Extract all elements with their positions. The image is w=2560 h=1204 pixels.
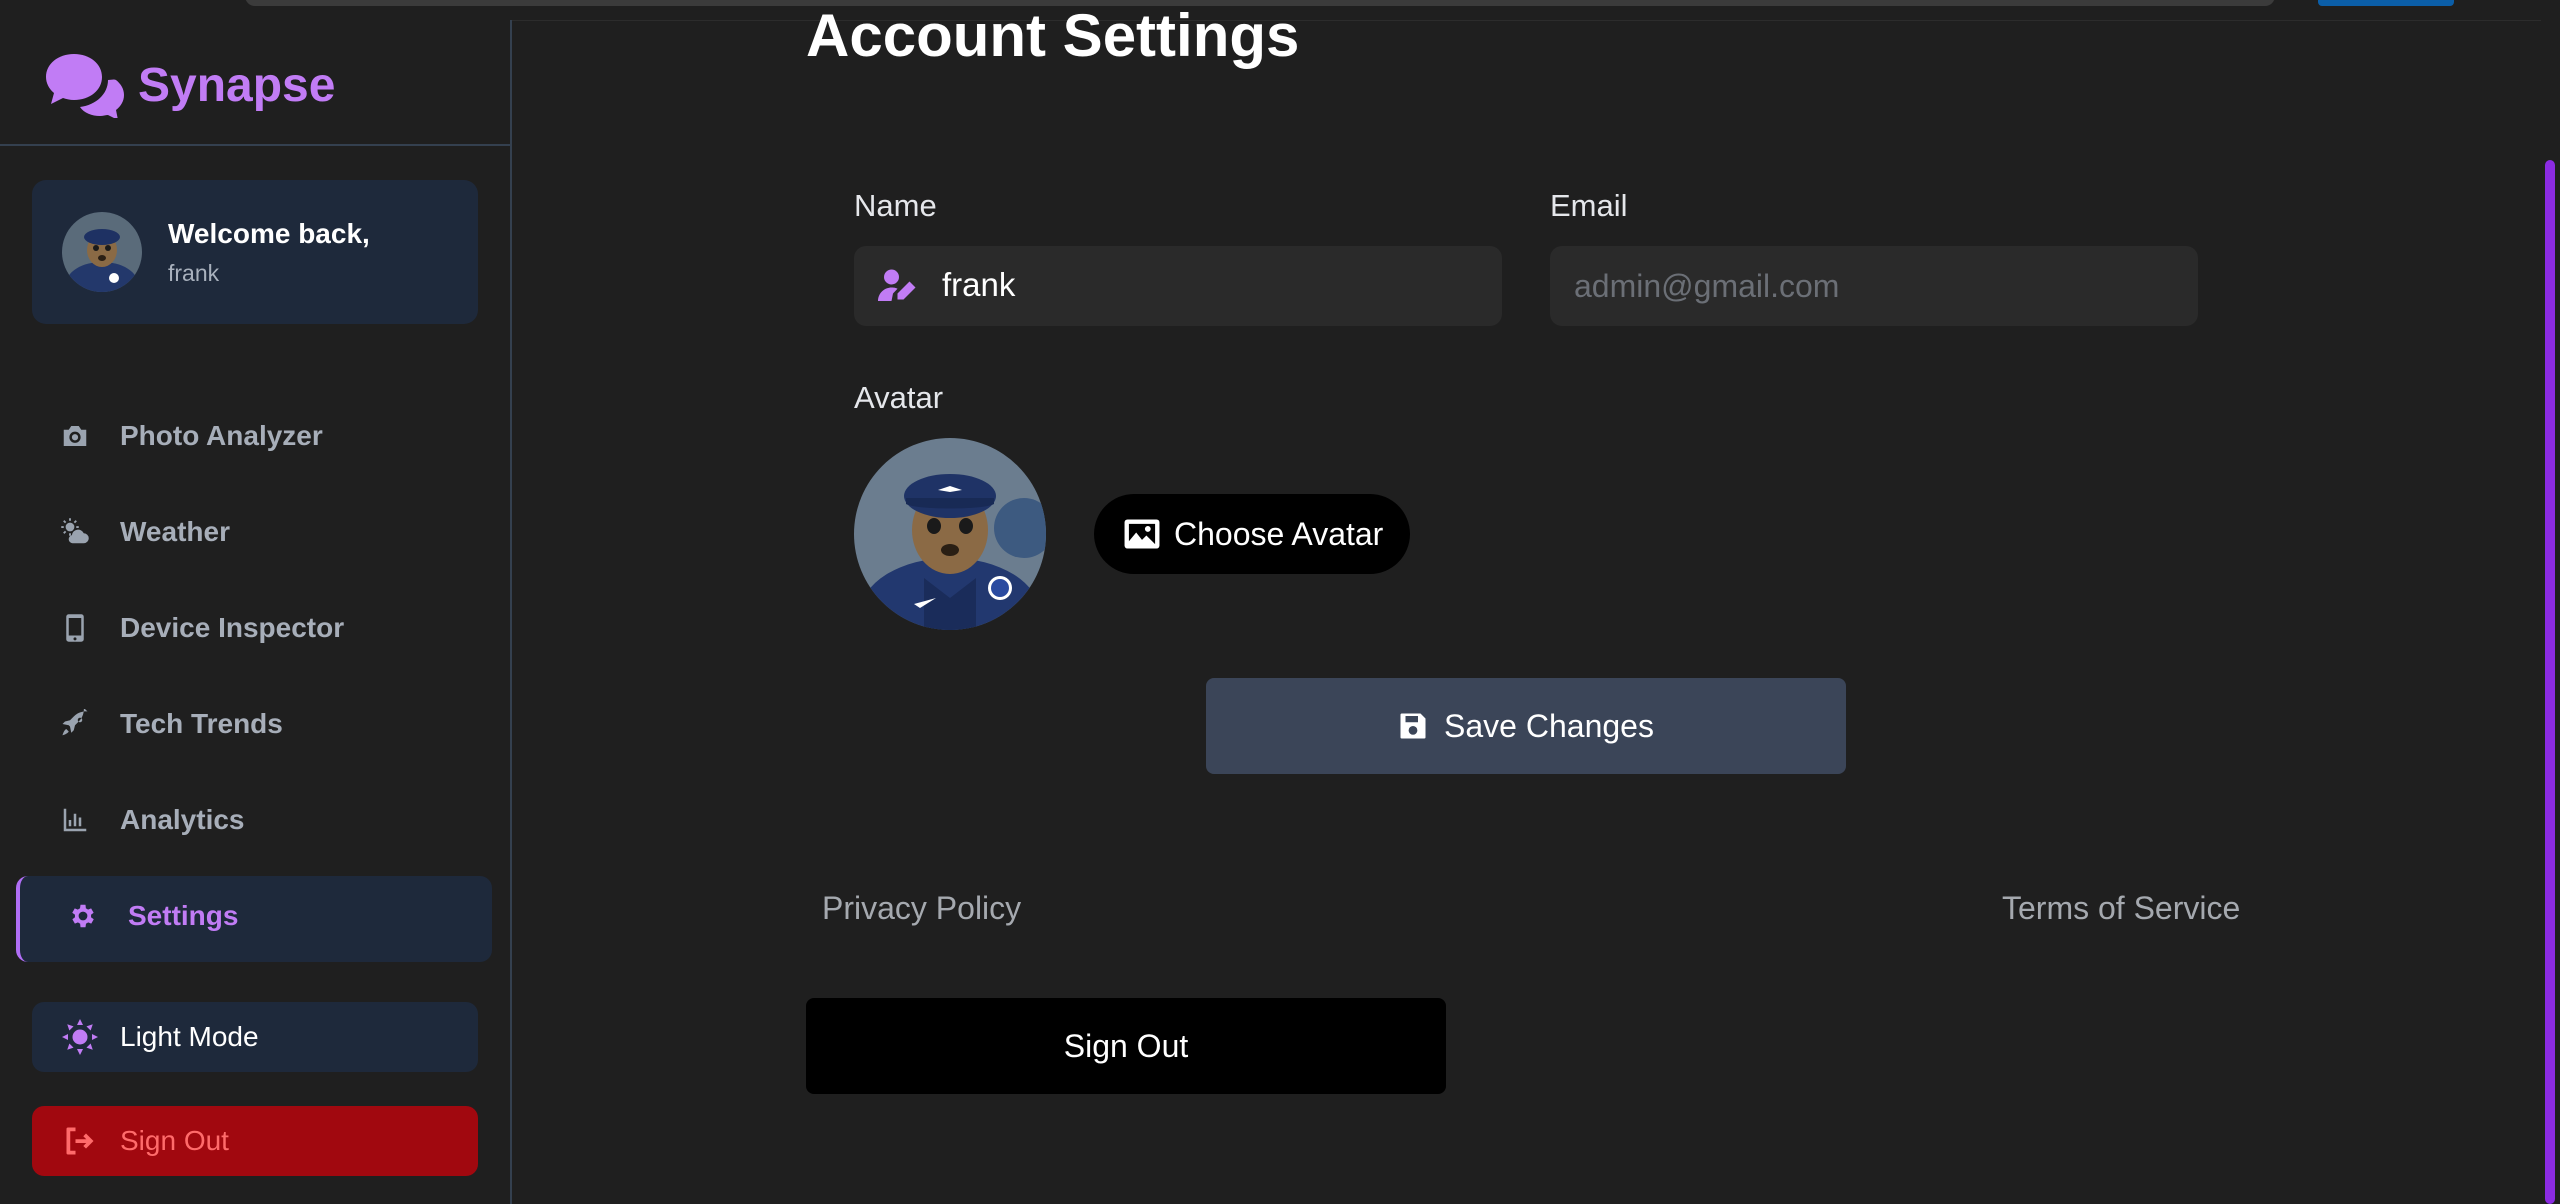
sidebar-item-settings[interactable]: Settings <box>0 868 510 964</box>
sidebar-sign-out-button[interactable]: Sign Out <box>32 1106 478 1176</box>
sidebar-item-analytics[interactable]: Analytics <box>0 772 510 868</box>
sun-icon <box>62 1019 98 1055</box>
sidebar-item-label: Settings <box>128 900 239 931</box>
sidebar-item-label: Tech Trends <box>120 708 283 739</box>
name-label: Name <box>854 188 937 223</box>
gear-icon <box>66 899 100 933</box>
floppy-disk-icon <box>1400 713 1426 739</box>
email-field[interactable]: admin@gmail.com <box>1550 246 2198 326</box>
sidebar-nav: Photo Analyzer Weather Device Inspector … <box>0 388 510 964</box>
name-field[interactable]: frank <box>854 246 1502 326</box>
sign-out-label: Sign Out <box>1063 1027 1189 1064</box>
avatar-label: Avatar <box>854 380 944 415</box>
sidebar-item-label: Analytics <box>120 804 245 835</box>
sign-out-button[interactable]: Sign Out <box>806 998 1446 1094</box>
divider <box>0 144 510 146</box>
sidebar-item-label: Weather <box>120 516 230 547</box>
privacy-policy-link[interactable]: Privacy Policy <box>822 890 1021 927</box>
email-label: Email <box>1550 188 1628 223</box>
browser-action-button[interactable] <box>2318 0 2454 6</box>
page-title: Account Settings <box>806 2 1300 69</box>
phone-icon <box>58 611 92 645</box>
cloud-sun-icon <box>58 515 92 549</box>
welcome-username: frank <box>168 260 220 286</box>
save-changes-label: Save Changes <box>1444 707 1654 744</box>
avatar <box>62 212 142 292</box>
terms-of-service-link[interactable]: Terms of Service <box>2002 890 2240 927</box>
name-value: frank <box>942 266 1016 303</box>
sidebar-item-tech-trends[interactable]: Tech Trends <box>0 676 510 772</box>
choose-avatar-button[interactable]: Choose Avatar <box>1094 494 1410 574</box>
light-mode-label: Light Mode <box>120 1021 259 1052</box>
camera-icon <box>58 419 92 453</box>
choose-avatar-label: Choose Avatar <box>1174 515 1384 552</box>
chat-bubbles-icon <box>46 54 124 118</box>
save-changes-button[interactable]: Save Changes <box>1206 678 1846 774</box>
image-icon <box>1124 519 1160 549</box>
sign-out-label: Sign Out <box>120 1125 229 1156</box>
meerkat-avatar-image <box>62 212 142 292</box>
welcome-card: Welcome back, frank <box>32 180 478 324</box>
user-edit-icon <box>878 269 916 301</box>
scrollbar[interactable] <box>2541 20 2560 1204</box>
meerkat-avatar-image <box>854 438 1046 630</box>
email-placeholder: admin@gmail.com <box>1574 268 1840 304</box>
light-mode-button[interactable]: Light Mode <box>32 1002 478 1072</box>
app-name: Synapse <box>138 58 336 112</box>
brand[interactable]: Synapse <box>44 50 335 120</box>
welcome-title: Welcome back, <box>168 218 370 249</box>
bar-chart-icon <box>58 803 92 837</box>
sidebar-item-label: Photo Analyzer <box>120 420 323 451</box>
sign-out-icon <box>66 1127 94 1155</box>
rocket-icon <box>58 707 92 741</box>
avatar-preview <box>854 438 1046 630</box>
sidebar-item-label: Device Inspector <box>120 612 345 643</box>
sidebar-item-weather[interactable]: Weather <box>0 484 510 580</box>
sidebar-item-photo-analyzer[interactable]: Photo Analyzer <box>0 388 510 484</box>
sidebar: Synapse Welcome back, frank Photo Analyz… <box>0 20 512 1204</box>
scrollbar-thumb[interactable] <box>2545 160 2555 1204</box>
sidebar-item-device-inspector[interactable]: Device Inspector <box>0 580 510 676</box>
